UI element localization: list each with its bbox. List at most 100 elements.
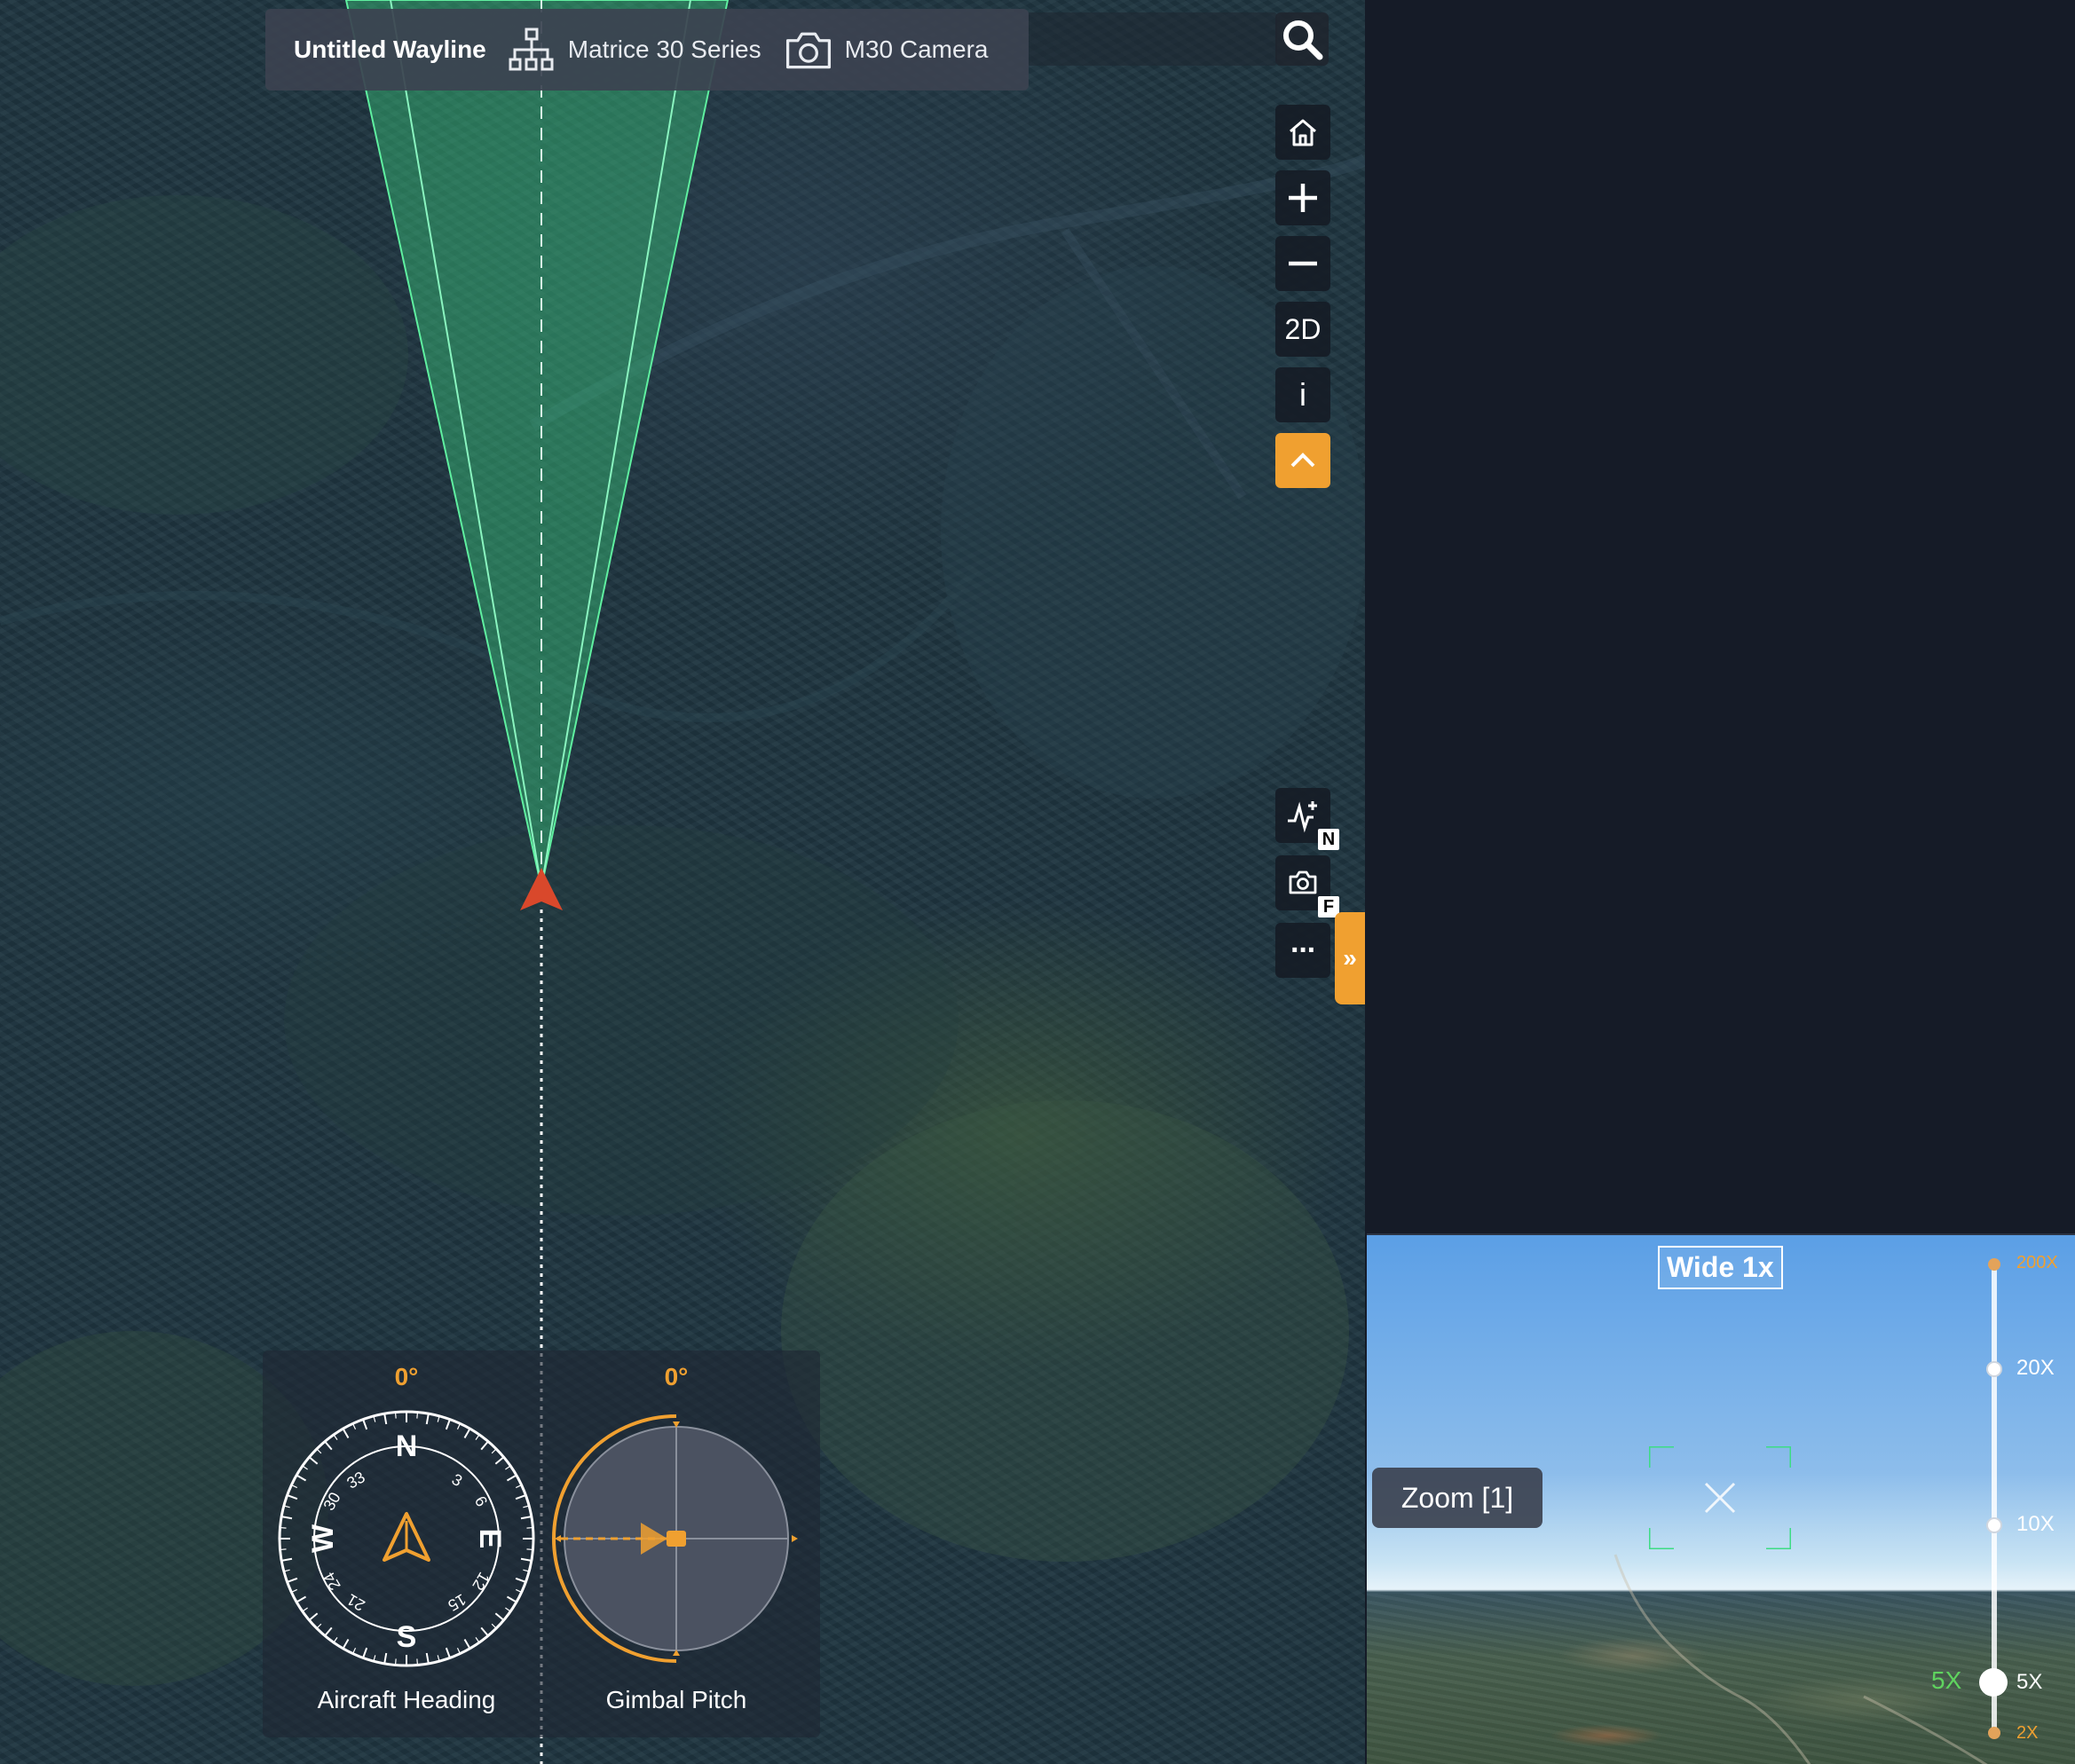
camera-fov-cone	[344, 0, 730, 888]
camera-action-icon	[1289, 870, 1317, 894]
gimbal-pitch-caption: Gimbal Pitch	[605, 1686, 747, 1713]
heading-compass[interactable]: N E S W 3 6 12 15 21 24 30 33	[273, 1406, 540, 1672]
compass-tick	[416, 1412, 419, 1419]
zoom-tick-2x[interactable]	[1988, 1727, 2000, 1739]
compass-tick	[425, 1652, 430, 1665]
heading-caption: Aircraft Heading	[317, 1686, 496, 1713]
compass-tick	[505, 1607, 511, 1612]
search-button[interactable]	[1275, 12, 1329, 66]
compass-tick	[526, 1548, 533, 1551]
compass-tick	[287, 1577, 298, 1583]
compass-tick	[505, 1465, 511, 1470]
compass-tick	[491, 1448, 497, 1454]
zoom-label-20x: 20X	[2016, 1356, 2055, 1380]
wayline-info-bar: Untitled Wayline Matrice 30 Series M30 C…	[265, 9, 1029, 91]
compass-tick	[480, 1626, 489, 1637]
zoom-tick-20x[interactable]	[1986, 1361, 2002, 1377]
camera-model-label[interactable]: M30 Camera	[845, 35, 989, 64]
camera-action-button[interactable]: F	[1275, 855, 1339, 917]
compass-tick	[480, 1440, 489, 1451]
compass-tick	[520, 1557, 533, 1562]
compass-tick	[280, 1548, 287, 1551]
compass-tick	[308, 1612, 319, 1621]
compass-tick	[383, 1652, 388, 1665]
gimbal-indicator	[667, 1531, 686, 1547]
compass-tick	[515, 1494, 526, 1500]
zoom-slider-handle[interactable]	[1979, 1668, 2008, 1697]
compass-tick	[425, 1413, 430, 1425]
compass-tick	[494, 1456, 505, 1465]
compass-tick	[445, 1647, 451, 1658]
center-cross-icon	[1704, 1482, 1736, 1514]
compass-tick	[287, 1494, 298, 1500]
compass-tick	[280, 1557, 293, 1562]
tick-label-21: 21	[343, 1590, 367, 1614]
compass-tick	[316, 1623, 322, 1629]
collapse-up-button[interactable]	[1275, 433, 1330, 488]
camera-icon	[783, 24, 834, 75]
compass-tick	[362, 1419, 368, 1430]
compass-w-label: W	[306, 1524, 340, 1553]
compass-tick	[494, 1612, 505, 1621]
zoom-label-2x: 2X	[2016, 1723, 2039, 1743]
chevron-up-icon	[1290, 453, 1315, 468]
more-button[interactable]: ···	[1275, 923, 1330, 978]
expand-panel-tab[interactable]: »	[1335, 912, 1365, 1004]
compass-tick	[475, 1637, 480, 1643]
compass-tick	[342, 1638, 350, 1650]
focus-frame	[1649, 1446, 1791, 1549]
tick-label-30: 30	[320, 1489, 343, 1513]
compass-tick	[416, 1658, 419, 1666]
compass-tick	[383, 1413, 388, 1425]
compass-tick	[475, 1434, 480, 1440]
compass-tick	[506, 1595, 517, 1603]
add-waypoint-icon	[1288, 801, 1317, 833]
zoom-slider-rail[interactable]	[1992, 1264, 1997, 1736]
compass-tick	[491, 1623, 497, 1629]
zoom-out-button[interactable]	[1275, 236, 1330, 291]
compass-tick	[362, 1647, 368, 1658]
compass-tick	[308, 1456, 319, 1465]
wayline-title[interactable]: Untitled Wayline	[294, 35, 486, 64]
info-button[interactable]: i	[1275, 367, 1330, 422]
add-waypoint-button[interactable]: N	[1275, 788, 1339, 850]
zoom-label-5x: 5X	[2016, 1670, 2043, 1694]
heading-value: 0°	[394, 1363, 419, 1390]
aircraft-model-label[interactable]: Matrice 30 Series	[568, 35, 761, 64]
compass-tick	[463, 1638, 471, 1650]
search-input[interactable]	[1029, 12, 1277, 66]
zoom-out-icon	[1289, 261, 1317, 266]
zoom-label-10x: 10X	[2016, 1512, 2055, 1536]
zoom-in-button[interactable]	[1275, 170, 1330, 225]
compass-tick	[316, 1448, 322, 1454]
zoom-tick-10x[interactable]	[1986, 1517, 2002, 1533]
tick-label-33: 33	[343, 1468, 367, 1492]
compass-tick	[526, 1526, 533, 1529]
gimbal-pitch-dial[interactable]	[543, 1406, 809, 1672]
search-icon	[1283, 20, 1323, 60]
zoom-in-icon	[1289, 184, 1317, 212]
compass-tick	[333, 1434, 338, 1440]
lens-mode-label[interactable]: Wide 1x	[1658, 1246, 1783, 1289]
compass-tick	[445, 1419, 451, 1430]
compass-tick	[515, 1577, 526, 1583]
zoom-level-badge[interactable]: Zoom [1]	[1372, 1468, 1542, 1528]
compass-n-label: N	[396, 1429, 418, 1463]
view-mode-button[interactable]: 2D	[1275, 302, 1330, 357]
compass-tick	[463, 1428, 471, 1439]
compass-tick	[394, 1412, 397, 1419]
waypoint-badge: N	[1318, 829, 1339, 850]
compass-tick	[296, 1474, 307, 1482]
attitude-panel: 0° N E S W 3 6 12 15 21 24 30 33 Aircraf…	[263, 1351, 820, 1737]
tick-label-12: 12	[469, 1569, 493, 1593]
tick-label-15: 15	[445, 1590, 469, 1614]
compass-tick	[296, 1595, 307, 1603]
zoom-tick-200x[interactable]	[1988, 1258, 2000, 1271]
gimbal-pitch-value: 0°	[664, 1363, 689, 1390]
compass-tick	[302, 1607, 308, 1612]
home-button[interactable]	[1275, 105, 1330, 160]
compass-e-label: E	[473, 1529, 507, 1549]
tick-label-6: 6	[471, 1493, 491, 1510]
compass-s-label: S	[397, 1620, 417, 1654]
drone-model-icon	[506, 24, 557, 75]
